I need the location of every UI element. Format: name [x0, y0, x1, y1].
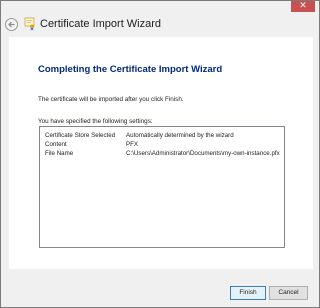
setting-value: PFX [126, 141, 139, 148]
setting-value: C:\Users\Administrator\Documents\my-own-… [126, 150, 280, 157]
wizard-content: Completing the Certificate Import Wizard… [9, 37, 313, 269]
settings-label: You have specified the following setting… [38, 118, 153, 125]
certificate-icon [24, 17, 35, 31]
setting-value: Automatically determined by the wizard [126, 132, 234, 139]
settings-list[interactable]: Certificate Store Selected Automatically… [39, 126, 285, 248]
finish-button[interactable]: Finish [230, 286, 266, 300]
setting-key: Certificate Store Selected [45, 132, 116, 139]
page-title: Completing the Certificate Import Wizard [38, 64, 223, 75]
info-text: The certificate will be imported after y… [38, 96, 184, 103]
settings-row: Certificate Store Selected Automatically… [45, 131, 281, 140]
settings-row: Content PFX [45, 140, 281, 149]
settings-row: File Name C:\Users\Administrator\Documen… [45, 149, 281, 158]
wizard-title: Certificate Import Wizard [40, 18, 162, 30]
close-button[interactable]: ✕ [291, 1, 315, 12]
title-bar: ✕ [1, 1, 319, 15]
wizard-header: Certificate Import Wizard [1, 15, 319, 37]
setting-key: File Name [45, 150, 74, 157]
back-button[interactable] [5, 18, 18, 31]
back-arrow-icon [8, 21, 15, 28]
cancel-button[interactable]: Cancel [269, 286, 308, 300]
wizard-window: ✕ Certificate Import Wizard Completing t… [0, 0, 320, 308]
setting-key: Content [45, 141, 67, 148]
close-icon: ✕ [299, 1, 307, 11]
